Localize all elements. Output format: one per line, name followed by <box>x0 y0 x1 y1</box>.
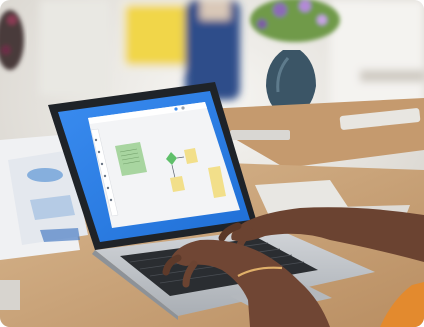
scene <box>0 0 424 327</box>
photo-frame <box>0 0 424 327</box>
